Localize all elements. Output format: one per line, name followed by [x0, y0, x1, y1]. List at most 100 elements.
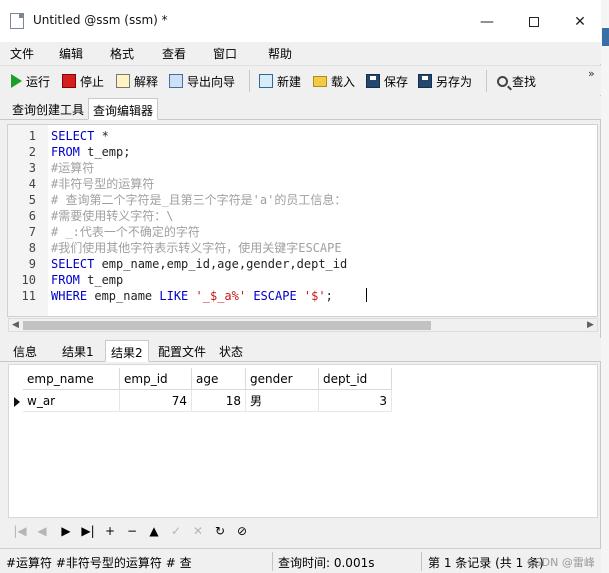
current-row-indicator-icon [14, 397, 20, 407]
load-button[interactable]: 载入 [313, 71, 355, 91]
menu-help[interactable]: 帮助 [268, 45, 292, 62]
close-button[interactable]: ✕ [557, 8, 603, 36]
code-line[interactable]: 8 #我们使用其他字符表示转义字符，使用关键字ESCAPE [8, 240, 597, 256]
code-text: FROM t_emp; [51, 145, 131, 159]
tab-result-2[interactable]: 结果2 [105, 340, 149, 362]
code-text: SELECT * [51, 129, 109, 143]
sql-editor[interactable]: 1 SELECT * 2 FROM t_emp; 3 #运算符 4 #非符号型的运算符 5 # 查… [7, 124, 598, 317]
refresh-icon[interactable]: ↻ [212, 523, 228, 539]
stop-refresh-icon[interactable]: ⊘ [234, 523, 250, 539]
menu-view[interactable]: 查看 [162, 45, 186, 62]
code-line[interactable]: 2 FROM t_emp; [8, 144, 597, 160]
code-line[interactable]: 5 # 查询第二个字符是_且第三个字符是'a'的员工信息： [8, 192, 597, 208]
explain-button[interactable]: 解释 [116, 71, 158, 91]
background-window-edge [601, 0, 609, 573]
export-icon [169, 74, 183, 88]
editor-horizontal-scrollbar[interactable]: ◀ ▶ [8, 318, 598, 332]
tab-query-editor[interactable]: 查询编辑器 [88, 98, 159, 120]
column-header-age[interactable]: age [192, 368, 246, 390]
scroll-left-icon[interactable]: ◀ [12, 319, 19, 331]
table-cell-emp-name[interactable]: w_ar [23, 390, 120, 412]
code-text: #非符号型的运算符 [51, 177, 155, 191]
menu-format[interactable]: 格式 [110, 45, 134, 62]
save-label: 保存 [384, 74, 409, 89]
editor-tab-strip: 查询创建工具 查询编辑器 [0, 96, 601, 120]
toolbar-overflow-button[interactable]: » [588, 68, 595, 79]
find-button[interactable]: 查找 [497, 71, 536, 91]
column-header-dept-id[interactable]: dept_id [319, 368, 392, 390]
new-query-icon [259, 74, 273, 88]
background-window-accent [602, 28, 609, 46]
table-cell-gender[interactable]: 男 [246, 390, 319, 412]
code-line[interactable]: 11 WHERE emp_name LIKE '_$_a%' ESCAPE '$'… [8, 288, 597, 304]
line-number: 7 [28, 225, 36, 239]
title-bar: Untitled @ssm (ssm) * — ✕ [0, 0, 601, 42]
code-line[interactable]: 6 #需要使用转义字符：\ [8, 208, 597, 224]
window-title: Untitled @ssm (ssm) * [33, 13, 168, 27]
maximize-button[interactable] [511, 8, 557, 36]
run-button[interactable]: 运行 [11, 71, 50, 91]
code-text: #我们使用其他字符表示转义字符，使用关键字ESCAPE [51, 241, 342, 255]
menu-window[interactable]: 窗口 [213, 45, 237, 62]
watermark: CSDN @雷峰 [527, 556, 595, 569]
next-record-icon[interactable]: ▶ [58, 523, 74, 539]
line-number: 2 [28, 145, 36, 159]
code-line[interactable]: 10 FROM t_emp [8, 272, 597, 288]
code-line[interactable]: 7 # _:代表一个不确定的字符 [8, 224, 597, 240]
code-line[interactable]: 1 SELECT * [8, 128, 597, 144]
table-cell-emp-id[interactable]: 74 [120, 390, 192, 412]
stop-button[interactable]: 停止 [62, 71, 104, 91]
code-line[interactable]: 9 SELECT emp_name,emp_id,age,gender,dept_… [8, 256, 597, 272]
tab-info[interactable]: 信息 [8, 340, 42, 362]
tab-status[interactable]: 状态 [214, 340, 248, 362]
column-header-gender[interactable]: gender [246, 368, 319, 390]
status-bar: #运算符 #非符号型的运算符 # 查 查询时间: 0.001s 第 1 条记录 … [0, 548, 601, 573]
line-number: 11 [21, 289, 36, 303]
maximize-icon [529, 17, 539, 27]
code-text: #运算符 [51, 161, 95, 175]
previous-record-icon[interactable]: ◀ [34, 523, 50, 539]
export-wizard-button[interactable]: 导出向导 [169, 71, 235, 91]
add-record-icon[interactable]: + [102, 523, 118, 539]
tab-profile[interactable]: 配置文件 [153, 340, 211, 362]
text-caret [366, 288, 367, 302]
scrollbar-thumb[interactable] [23, 321, 431, 330]
minimize-button[interactable]: — [464, 8, 510, 36]
toolbar-separator [249, 70, 250, 92]
toolbar-separator [486, 70, 487, 92]
save-button[interactable]: 保存 [366, 71, 408, 91]
code-text: # 查询第二个字符是_且第三个字符是'a'的员工信息： [51, 193, 347, 207]
status-sql-preview: #运算符 #非符号型的运算符 # 查 [6, 556, 192, 570]
menu-file[interactable]: 文件 [10, 45, 34, 62]
export-wizard-label: 导出向导 [187, 74, 236, 89]
move-up-icon[interactable]: ▲ [146, 523, 162, 539]
scroll-right-icon[interactable]: ▶ [587, 319, 594, 331]
discard-changes-icon[interactable]: ✕ [190, 523, 206, 539]
apply-changes-icon[interactable]: ✓ [168, 523, 184, 539]
table-cell-dept-id[interactable]: 3 [319, 390, 392, 412]
code-line[interactable]: 4 #非符号型的运算符 [8, 176, 597, 192]
line-number: 10 [21, 273, 36, 287]
last-record-icon[interactable]: ▶| [80, 523, 96, 539]
main-window: Untitled @ssm (ssm) * — ✕ 文件 编辑 格式 查看 窗口… [0, 0, 601, 573]
delete-record-icon[interactable]: − [124, 523, 140, 539]
column-header-emp-name[interactable]: emp_name [23, 368, 120, 390]
result-grid[interactable]: emp_name emp_id age gender dept_id w_ar … [8, 364, 598, 518]
code-line[interactable]: 3 #运算符 [8, 160, 597, 176]
column-header-emp-id[interactable]: emp_id [120, 368, 192, 390]
line-number: 9 [28, 257, 36, 271]
line-number: 1 [28, 129, 36, 143]
load-label: 载入 [331, 74, 356, 89]
save-as-label: 另存为 [436, 74, 473, 89]
new-button[interactable]: 新建 [259, 71, 301, 91]
tab-query-builder[interactable]: 查询创建工具 [8, 98, 88, 120]
save-as-button[interactable]: 另存为 [418, 71, 472, 91]
menu-edit[interactable]: 编辑 [59, 45, 83, 62]
table-cell-age[interactable]: 18 [192, 390, 246, 412]
toolbar: 运行 停止 解释 导出向导 新建 载入 保存 另存为 查找 » [0, 65, 601, 95]
folder-icon [313, 75, 327, 87]
line-number: 5 [28, 193, 36, 207]
tab-result-1[interactable]: 结果1 [57, 340, 99, 362]
line-number: 6 [28, 209, 36, 223]
first-record-icon[interactable]: |◀ [12, 523, 28, 539]
